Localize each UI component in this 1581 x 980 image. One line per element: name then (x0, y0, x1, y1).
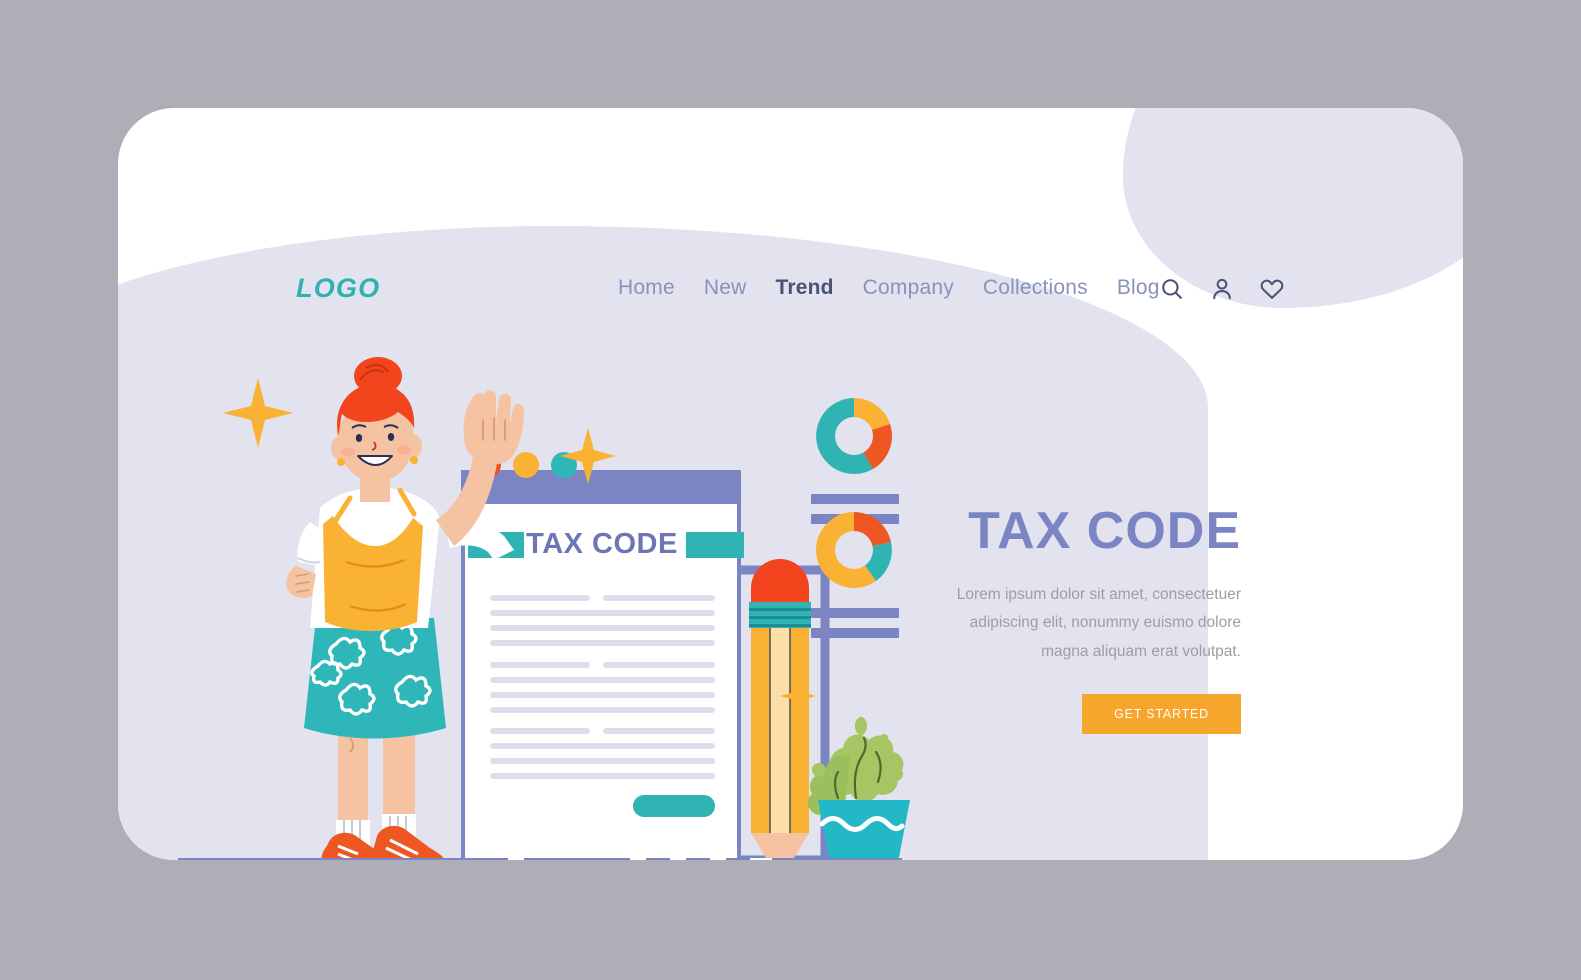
donut-chart-bottom (816, 512, 892, 588)
site-header (118, 108, 1463, 258)
nav-item-collections[interactable]: Collections (983, 276, 1088, 300)
hero-text-block: TAX CODE Lorem ipsum dolor sit amet, con… (941, 504, 1241, 734)
window-dot-yellow (513, 452, 539, 478)
document-card: TAX CODE (461, 452, 744, 860)
document-submit-button (633, 795, 715, 817)
hero-description: Lorem ipsum dolor sit amet, consectetuer… (956, 585, 1241, 660)
hero-illustration: TAX CODE (178, 258, 918, 860)
get-started-button[interactable]: GET STARTED (1082, 693, 1241, 734)
nav-item-blog[interactable]: Blog (1117, 276, 1160, 300)
heart-icon[interactable] (1259, 276, 1285, 302)
donut-chart-top (816, 398, 892, 474)
document-title: TAX CODE (526, 528, 678, 560)
pencil-illustration (749, 559, 811, 860)
search-icon[interactable] (1159, 276, 1185, 302)
ground-platform (178, 858, 902, 860)
landing-page-card: LOGO Home New Trend Company Collections … (118, 108, 1463, 860)
user-icon[interactable] (1209, 276, 1235, 302)
hero-title: TAX CODE (968, 502, 1241, 560)
sparkle-large (223, 378, 293, 448)
header-actions (1159, 276, 1285, 302)
